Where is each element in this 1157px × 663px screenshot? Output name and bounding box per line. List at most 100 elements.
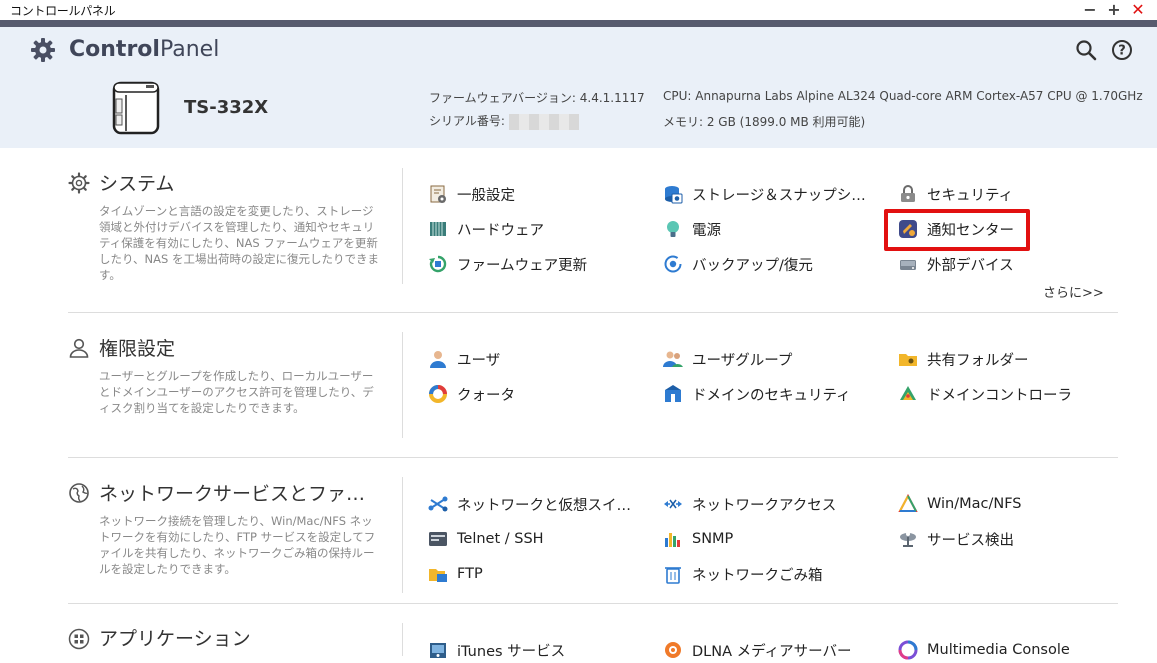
window-titlebar: コントロールパネル − + ✕ (0, 0, 1157, 20)
more-link[interactable]: さらに>> (1043, 282, 1104, 301)
section-divider (68, 457, 1118, 458)
controlpanel-header: ControlPanel ? TS-332X ファームウェアバージョン: 4.4… (0, 27, 1157, 148)
menu-storage-snapshots[interactable]: ストレージ＆スナップシ… (663, 181, 866, 207)
menu-security[interactable]: セキュリティ (898, 181, 1013, 207)
section-title-network: ネットワークサービスとファ… (99, 483, 366, 505)
menu-hardware[interactable]: ハードウェア (428, 216, 544, 242)
external-device-icon (898, 254, 918, 274)
highlight-box (884, 209, 1030, 251)
lock-icon (898, 184, 918, 204)
network-access-icon (663, 494, 683, 514)
general-settings-label: 一般設定 (457, 187, 515, 204)
snmp-label: SNMP (692, 531, 734, 547)
menu-shared-folders[interactable]: 共有フォルダー (898, 346, 1029, 372)
dlna-icon (663, 640, 683, 660)
menu-win-mac-nfs[interactable]: Win/Mac/NFS (898, 491, 1022, 517)
menu-domain-security[interactable]: ドメインのセキュリティ (663, 381, 851, 407)
telnet-ssh-label: Telnet / SSH (457, 531, 544, 547)
menu-network-virtual-switch[interactable]: ネットワークと仮想スイ… (428, 491, 631, 517)
security-label: セキュリティ (927, 187, 1014, 204)
ftp-label: FTP (457, 566, 483, 582)
general-settings-icon (428, 184, 448, 204)
section-divider-vertical (402, 477, 403, 593)
menu-firmware-update[interactable]: ファームウェア更新 (428, 251, 587, 277)
gear-icon (30, 37, 56, 67)
power-label: 電源 (692, 222, 721, 239)
section-title-apps: アプリケーション (99, 628, 251, 650)
network-recycle-bin-label: ネットワークごみ箱 (692, 567, 823, 584)
apps-grid-icon (68, 628, 90, 650)
domain-security-label: ドメインのセキュリティ (692, 387, 851, 404)
section-desc-system: タイムゾーンと言語の設定を変更したり、ストレージ領域と外付けデバイスを管理したり… (99, 204, 379, 282)
section-divider (68, 312, 1118, 313)
hardware-label: ハードウェア (457, 222, 544, 239)
help-icon[interactable]: ? (1111, 39, 1133, 61)
service-discovery-icon (898, 529, 918, 549)
menu-general-settings[interactable]: 一般設定 (428, 181, 515, 207)
menu-dlna-media-server[interactable]: DLNA メディアサーバー (663, 637, 851, 663)
menu-users[interactable]: ユーザ (428, 346, 500, 372)
network-switch-icon (428, 494, 448, 514)
menu-power[interactable]: 電源 (663, 216, 721, 242)
close-button[interactable]: ✕ (1127, 0, 1149, 20)
ftp-folder-icon (428, 564, 448, 584)
section-title-privilege: 権限設定 (99, 338, 176, 360)
section-desc-network: ネットワーク接続を管理したり、Win/Mac/NFS ネットワークを有効にしたり… (99, 514, 376, 576)
section-divider-vertical (402, 623, 403, 656)
section-divider-vertical (402, 332, 403, 438)
storage-icon (663, 184, 683, 204)
backup-restore-label: バックアップ/復元 (692, 257, 813, 274)
firmware-update-icon (428, 254, 448, 274)
search-icon[interactable] (1075, 39, 1097, 61)
multimedia-console-icon (898, 640, 918, 660)
domain-security-icon (663, 384, 683, 404)
shared-folders-label: 共有フォルダー (927, 352, 1029, 369)
service-discovery-label: サービス検出 (927, 532, 1014, 549)
lightbulb-icon (663, 219, 683, 239)
section-divider (68, 603, 1118, 604)
terminal-icon (428, 529, 448, 549)
itunes-icon (428, 640, 448, 660)
network-access-label: ネットワークアクセス (692, 497, 837, 514)
menu-quota[interactable]: クォータ (428, 381, 515, 407)
menu-network-recycle-bin[interactable]: ネットワークごみ箱 (663, 561, 823, 587)
win-mac-nfs-label: Win/Mac/NFS (927, 496, 1022, 512)
minimize-button[interactable]: − (1079, 0, 1101, 20)
menu-domain-controller[interactable]: ドメインコントローラ (898, 381, 1072, 407)
section-title-system: システム (99, 173, 175, 195)
menu-telnet-ssh[interactable]: Telnet / SSH (428, 526, 544, 552)
serial-redacted (508, 113, 579, 130)
user-icon (68, 337, 90, 359)
menu-user-groups[interactable]: ユーザグループ (663, 346, 792, 372)
recycle-bin-icon (663, 564, 683, 584)
menu-external-device[interactable]: 外部デバイス (898, 251, 1014, 277)
brand-light: Panel (159, 37, 220, 62)
nas-device-icon (112, 81, 162, 139)
domain-controller-icon (898, 384, 918, 404)
menu-ftp[interactable]: FTP (428, 561, 483, 587)
users-label: ユーザ (457, 352, 501, 369)
svg-text:?: ? (1118, 44, 1126, 59)
dlna-media-server-label: DLNA メディアサーバー (692, 643, 852, 660)
external-device-label: 外部デバイス (927, 257, 1014, 274)
network-virtual-switch-label: ネットワークと仮想スイ… (457, 497, 631, 514)
system-gear-icon (68, 172, 90, 194)
hardware-icon (428, 219, 448, 239)
memory-info: メモリ: 2 GB (1899.0 MB 利用可能) (663, 115, 866, 129)
snmp-chart-icon (663, 529, 683, 549)
firmware-update-label: ファームウェア更新 (457, 257, 588, 274)
window-title: コントロールパネル (10, 4, 116, 18)
maximize-button[interactable]: + (1103, 0, 1125, 20)
menu-service-discovery[interactable]: サービス検出 (898, 526, 1014, 552)
quota-icon (428, 384, 448, 404)
shared-folder-icon (898, 349, 918, 369)
menu-network-access[interactable]: ネットワークアクセス (663, 491, 836, 517)
domain-controller-label: ドメインコントローラ (927, 387, 1072, 404)
menu-itunes-service[interactable]: iTunes サービス (428, 637, 565, 663)
menu-backup-restore[interactable]: バックアップ/復元 (663, 251, 813, 277)
users-icon (428, 349, 448, 369)
app-brand: ControlPanel (69, 37, 219, 62)
menu-multimedia-console[interactable]: Multimedia Console (898, 637, 1070, 663)
menu-snmp[interactable]: SNMP (663, 526, 733, 552)
section-divider-vertical (402, 168, 403, 284)
